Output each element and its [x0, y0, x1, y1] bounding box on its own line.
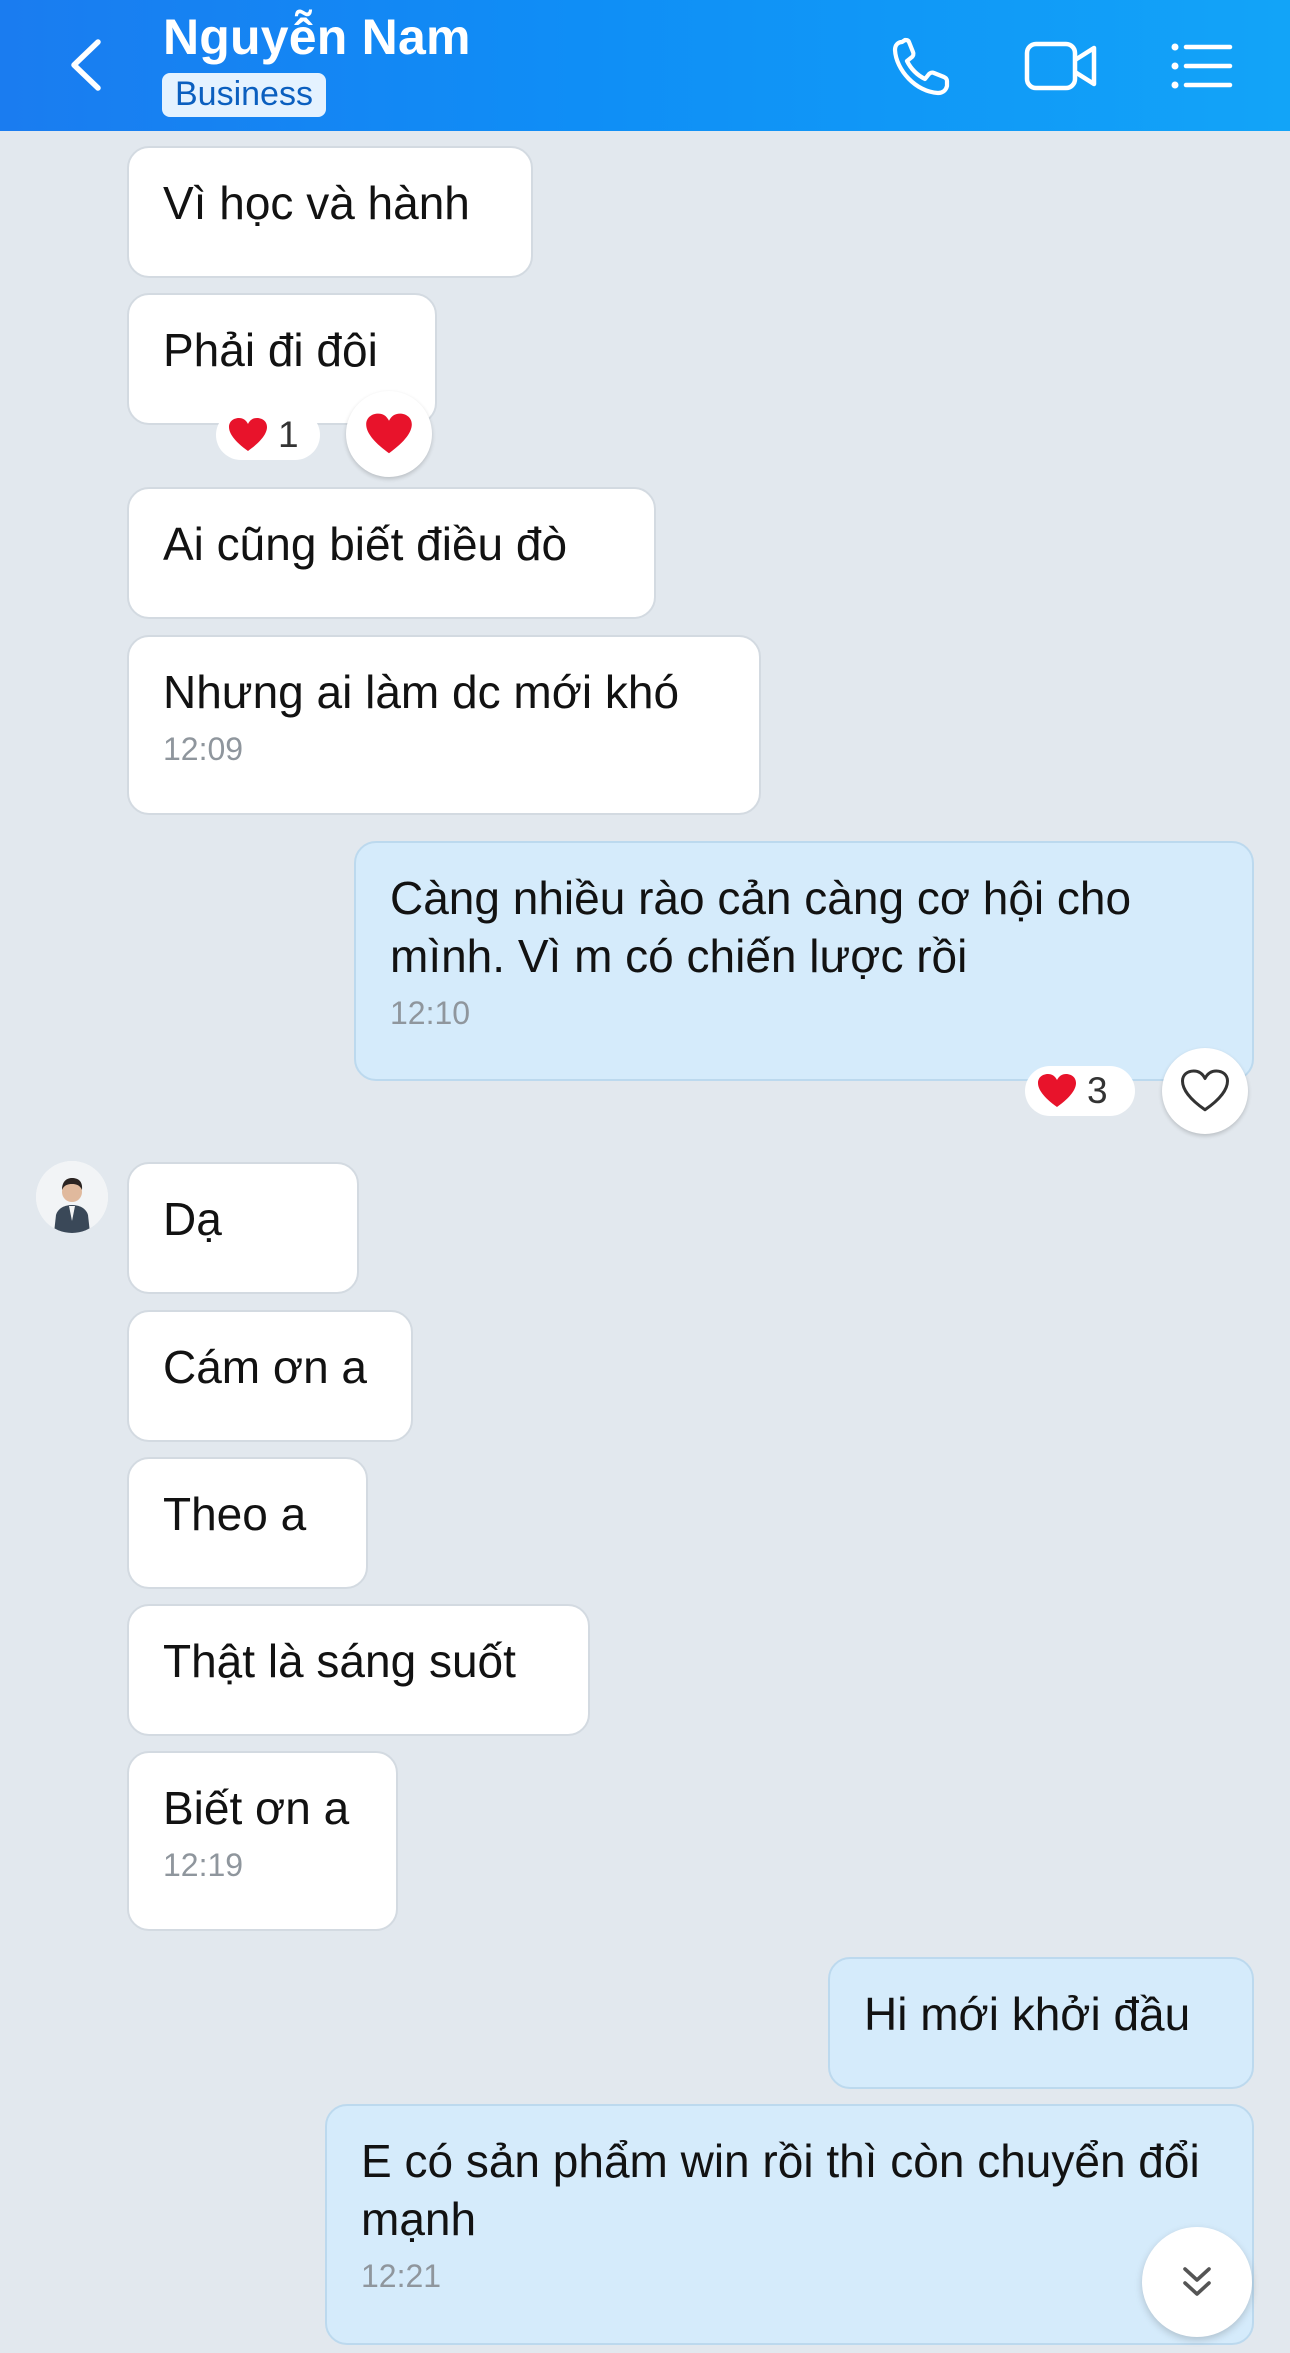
heart-icon	[229, 418, 267, 451]
message-text: Thật là sáng suốt	[163, 1635, 516, 1687]
back-button[interactable]	[60, 30, 120, 100]
chat-header: Nguyễn Nam Business	[0, 0, 1290, 131]
message-bubble-outgoing[interactable]: Càng nhiều rào cản càng cơ hội cho mình.…	[354, 841, 1254, 1081]
message-text: Phải đi đôi	[163, 324, 378, 376]
message-text: Theo a	[163, 1488, 307, 1540]
message-text: Hi mới khởi đầu	[864, 1988, 1191, 2040]
business-badge: Business	[162, 73, 326, 117]
message-bubble-incoming[interactable]: Vì học và hành	[127, 146, 533, 278]
avatar[interactable]	[36, 1161, 108, 1233]
message-bubble-incoming[interactable]: Dạ	[127, 1162, 359, 1294]
phone-icon	[892, 37, 950, 96]
contact-name[interactable]: Nguyễn Nam	[163, 8, 471, 66]
message-text: Càng nhiều rào cản càng cơ hội cho mình.…	[390, 872, 1132, 982]
message-bubble-outgoing[interactable]: E có sản phẩm win rồi thì còn chuyển đổi…	[325, 2104, 1254, 2345]
chevron-left-icon	[71, 39, 101, 91]
message-text: Biết ơn a	[163, 1782, 350, 1834]
person-avatar-icon	[36, 1161, 108, 1233]
message-bubble-outgoing[interactable]: Hi mới khởi đầu	[828, 1957, 1254, 2089]
call-button[interactable]	[888, 32, 958, 100]
reaction-summary[interactable]: 1	[216, 410, 320, 460]
message-time: 12:19	[163, 1847, 244, 1883]
message-bubble-incoming[interactable]: Thật là sáng suốt	[127, 1604, 590, 1736]
message-text: Ai cũng biết điều đò	[163, 518, 568, 570]
video-call-button[interactable]	[1022, 32, 1100, 100]
reaction-summary[interactable]: 3	[1025, 1066, 1135, 1116]
message-bubble-incoming[interactable]: Ai cũng biết điều đò	[127, 487, 656, 619]
message-time: 12:21	[361, 2258, 442, 2294]
list-menu-icon	[1171, 43, 1233, 89]
message-text: Nhưng ai làm dc mới khó	[163, 666, 680, 718]
message-text: Vì học và hành	[163, 177, 470, 229]
message-text: Dạ	[163, 1193, 222, 1245]
message-bubble-incoming[interactable]: Cám ơn a	[127, 1310, 413, 1442]
menu-button[interactable]	[1166, 32, 1236, 100]
message-bubble-incoming[interactable]: Biết ơn a 12:19	[127, 1751, 398, 1931]
heart-outline-icon	[1181, 1069, 1229, 1112]
heart-icon	[1038, 1074, 1076, 1107]
reaction-count: 1	[278, 414, 299, 455]
react-button[interactable]	[346, 391, 432, 477]
message-bubble-incoming[interactable]: Nhưng ai làm dc mới khó 12:09	[127, 635, 761, 815]
message-time: 12:09	[163, 731, 244, 767]
message-text: E có sản phẩm win rồi thì còn chuyển đổi…	[361, 2135, 1200, 2245]
scroll-to-bottom-button[interactable]	[1142, 2227, 1252, 2337]
video-camera-icon	[1024, 41, 1097, 91]
reaction-count: 3	[1087, 1070, 1108, 1111]
message-time: 12:10	[390, 995, 471, 1031]
heart-icon	[366, 413, 412, 454]
double-chevron-down-icon	[1183, 2267, 1211, 2296]
message-text: Cám ơn a	[163, 1341, 368, 1393]
message-bubble-incoming[interactable]: Theo a	[127, 1457, 368, 1589]
react-button[interactable]	[1162, 1048, 1248, 1134]
